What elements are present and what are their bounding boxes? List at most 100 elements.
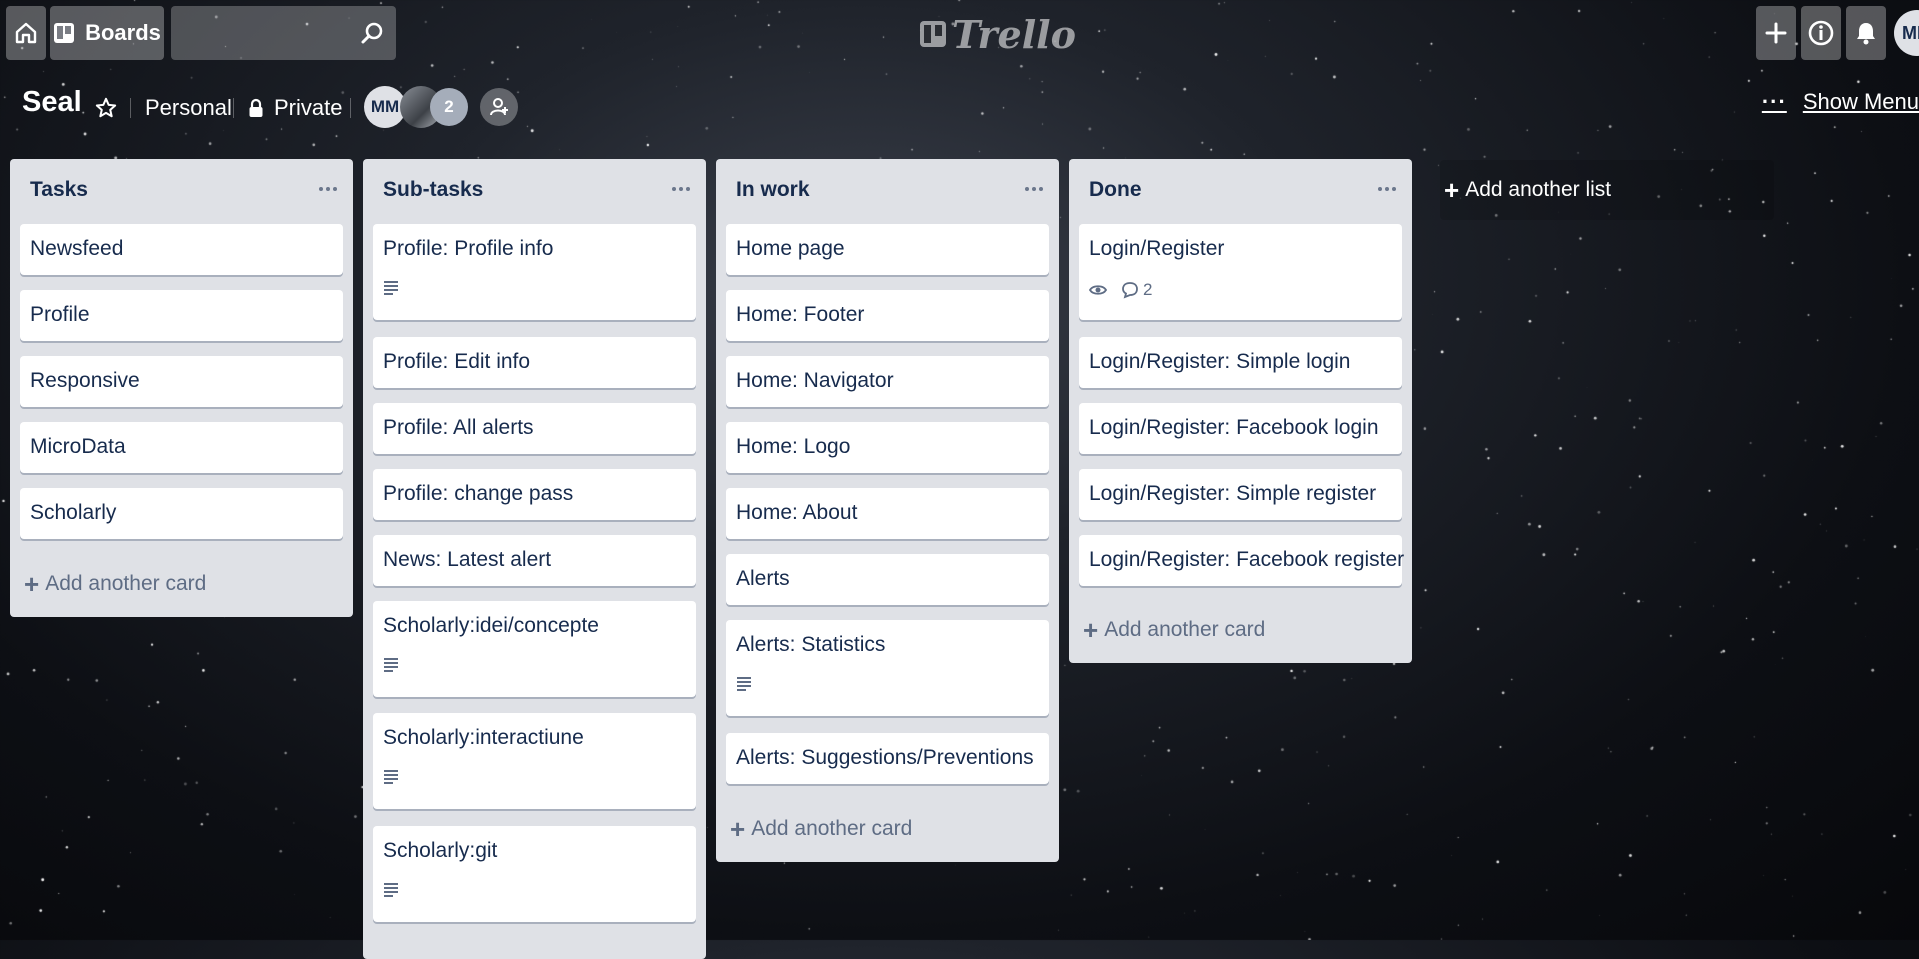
card[interactable]: Login/Register 2 [1079,224,1402,320]
list-sub-tasks[interactable]: Sub-tasks Profile: Profile info Profile:… [363,159,706,959]
eye-icon [1089,285,1107,295]
top-bar: Boards Trello MM [0,0,1919,66]
card-badges: 2 [1089,280,1152,300]
card-title: MicroData [30,435,126,458]
list-title[interactable]: In work [736,178,810,202]
boards-button[interactable]: Boards [50,6,164,60]
user-avatar[interactable]: MM [1894,10,1919,56]
list-tasks[interactable]: Tasks Newsfeed Profile Responsive MicroD… [10,159,353,617]
card[interactable]: Home: Logo [726,422,1049,473]
card[interactable]: Login/Register: Simple login [1079,337,1402,388]
add-list-label: Add another list [1465,178,1612,201]
card-title: Home: Navigator [736,369,894,392]
trello-logo[interactable]: Trello [920,10,1076,58]
add-list-button[interactable]: + Add another list [1440,160,1774,220]
card-title: Profile: Edit info [383,350,531,373]
info-button[interactable] [1801,6,1841,60]
search-box[interactable] [171,6,396,62]
card[interactable]: MicroData [20,422,343,473]
card-badges [383,657,399,673]
plus-icon [1765,22,1787,44]
more-icon: ··· [1761,89,1787,114]
list-done[interactable]: Done Login/Register 2 Login/Register: Si… [1069,159,1412,663]
card[interactable]: Profile: Profile info [373,224,696,320]
search-input[interactable] [171,6,365,62]
card[interactable]: Profile [20,290,343,341]
card[interactable]: Home page [726,224,1049,275]
card-title: Home: Footer [736,303,865,326]
card-badges [383,280,399,296]
card-title: Profile [30,303,90,326]
member-initials: MM [370,97,400,116]
card[interactable]: Newsfeed [20,224,343,275]
card-title: News: Latest alert [383,548,552,571]
divider [350,98,351,118]
card[interactable]: Home: Navigator [726,356,1049,407]
card[interactable]: Home: Footer [726,290,1049,341]
plus-icon: + [1444,174,1460,205]
add-card-label: Add another card [45,572,207,595]
show-menu-button[interactable]: ··· Show Menu [1762,89,1919,115]
card[interactable]: Alerts [726,554,1049,605]
list-header: In work [716,159,1059,221]
card[interactable]: Login/Register: Simple register [1079,469,1402,520]
info-icon [1808,20,1834,46]
add-member-icon [490,98,508,116]
card[interactable]: Scholarly:interactiune [373,713,696,809]
team-button[interactable]: Personal [145,89,232,127]
card[interactable]: Profile: Edit info [373,337,696,388]
card-title: Scholarly:interactiune [383,726,584,749]
invite-button[interactable] [480,88,518,126]
add-card-label: Add another card [751,817,913,840]
add-card-button[interactable]: + Add another card [730,816,912,842]
card-title: Scholarly:idei/concepte [383,614,599,637]
list-title[interactable]: Sub-tasks [383,178,483,202]
list-in-work[interactable]: In work Home page Home: Footer Home: Nav… [716,159,1059,862]
description-icon [384,770,398,784]
visibility-button[interactable]: Private [248,89,342,127]
notifications-button[interactable] [1846,6,1886,60]
description-icon [384,658,398,672]
card[interactable]: Login/Register: Facebook login [1079,403,1402,454]
comment-icon [1122,282,1138,299]
card-title: Home: About [736,501,858,524]
list-title[interactable]: Done [1089,178,1142,202]
add-card-button[interactable]: + Add another card [24,571,206,597]
card[interactable]: Responsive [20,356,343,407]
plus-icon: + [1083,615,1099,645]
card[interactable]: Profile: All alerts [373,403,696,454]
divider [233,98,234,118]
description-icon [384,883,398,897]
add-card-button[interactable]: + Add another card [1083,617,1265,643]
card-title: Profile: Profile info [383,237,554,260]
star-icon[interactable] [95,97,117,119]
board-header: Seal Personal Private MM 2 ··· Show Menu [0,80,1919,136]
extra-members-count[interactable]: 2 [430,88,468,126]
list-menu-icon[interactable] [672,187,690,191]
search-icon[interactable] [360,21,384,45]
show-menu-label: Show Menu [1802,89,1919,114]
card[interactable]: Login/Register: Facebook register [1079,535,1405,586]
list-menu-icon[interactable] [319,187,337,191]
card-badges [383,769,399,785]
card[interactable]: Scholarly [20,488,343,539]
list-title[interactable]: Tasks [30,178,88,202]
description-icon [737,677,751,691]
list-menu-icon[interactable] [1378,187,1396,191]
card[interactable]: Profile: change pass [373,469,696,520]
home-icon [15,22,37,44]
card[interactable]: Scholarly:git [373,826,696,922]
create-button[interactable] [1756,6,1796,60]
card[interactable]: Alerts: Suggestions/Preventions [726,733,1049,784]
card[interactable]: Alerts: Statistics [726,620,1049,716]
card-title: Login/Register: Facebook register [1089,548,1405,571]
boards-icon [54,23,75,43]
list-header: Done [1069,159,1412,221]
card[interactable]: Scholarly:idei/concepte [373,601,696,697]
card[interactable]: Home: About [726,488,1049,539]
home-button[interactable] [6,6,46,60]
list-menu-icon[interactable] [1025,187,1043,191]
card[interactable]: News: Latest alert [373,535,696,586]
card-badges [736,676,752,692]
board-title[interactable]: Seal [22,86,82,119]
